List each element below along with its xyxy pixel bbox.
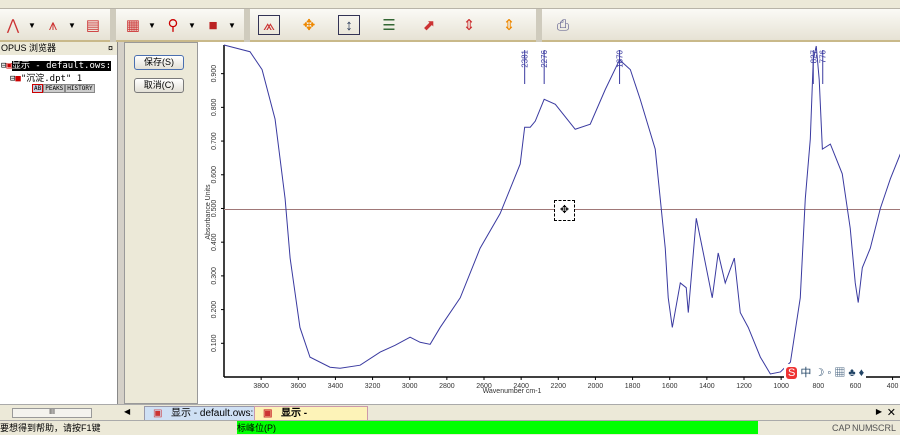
- ime-toolbar[interactable]: S 中 ☽ ◦ ▦ ♣ ♦: [784, 364, 867, 380]
- x-tick-label: 2800: [439, 383, 455, 390]
- toolbar-grip[interactable]: [110, 9, 116, 42]
- scale-y-icon[interactable]: ↕: [338, 15, 360, 35]
- x-tick-label: 600: [850, 383, 862, 390]
- weight-check-icon[interactable]: ■: [202, 15, 224, 35]
- tree-file[interactable]: ⊟■"沉淀.dpt" 1: [10, 71, 82, 84]
- chevron-down-icon[interactable]: ▼: [188, 21, 196, 30]
- x-tick-label: 3600: [290, 383, 306, 390]
- display-icon: ▣: [263, 408, 273, 419]
- x-tick-label: 1200: [736, 383, 752, 390]
- tab-display-1[interactable]: ▣ 显示 - default.ows:1: [144, 406, 272, 421]
- spectrum-icon[interactable]: ⋀: [2, 15, 24, 35]
- y-tick-label: 0.600: [211, 166, 218, 184]
- num-indicator: NUM: [852, 423, 873, 433]
- cap-indicator: CAP: [832, 423, 851, 433]
- status-bar: 要想得到帮助，请按F1键 标峰位(P) CAP NUM SCRL: [0, 420, 900, 435]
- x-axis-label: Wavenumber cm-1: [483, 388, 542, 395]
- x-tick-label: 3200: [365, 383, 381, 390]
- x-tick-label: 1400: [699, 383, 715, 390]
- chevron-down-icon[interactable]: ▼: [28, 21, 36, 30]
- tree-root[interactable]: ⊟▣显示 - default.ows:: [1, 58, 112, 71]
- tree-root-label[interactable]: 显示 - default.ows:: [11, 61, 112, 71]
- move-cursor-icon: ✥: [554, 200, 575, 221]
- peak-label: 2381: [521, 49, 530, 67]
- toolbar-grip[interactable]: [536, 9, 542, 42]
- peak-label: 776: [819, 49, 828, 63]
- help-text: 要想得到帮助，请按F1键: [0, 423, 101, 433]
- sogou-icon: S: [786, 367, 798, 379]
- x-tick-label: 2200: [550, 383, 566, 390]
- pin-icon[interactable]: ¤: [108, 42, 113, 55]
- tab-scroll-left[interactable]: ◀: [124, 407, 130, 416]
- toolbar: ⋀ ▼ ⩚ ▼ ▤ ▦ ▼ ⚲ ▼ ■ ▼ ⩕ ✥ ↕ ☰ ⬈ ⇕ ⇕ ⎙: [0, 9, 900, 42]
- tab-scroll-right[interactable]: ▶: [876, 407, 882, 416]
- move-spectrum-icon[interactable]: ✥: [298, 15, 320, 35]
- document-tabs: ◀ ▣ 显示 - default.ows:1 ▣显示 - default.ows:…: [118, 404, 900, 433]
- peak-label: 2276: [540, 49, 549, 67]
- mode-indicator: 标峰位(P): [237, 421, 758, 434]
- y-tick-label: 0.900: [211, 65, 218, 83]
- block-peaks[interactable]: PEAKS: [43, 84, 66, 93]
- x-tick-label: 1600: [662, 383, 678, 390]
- horizontal-scrollbar[interactable]: III: [0, 404, 118, 420]
- compress-peaks-icon[interactable]: ⇕: [498, 15, 520, 35]
- save-button[interactable]: 保存(S): [134, 55, 184, 70]
- tree-file-label[interactable]: "沉淀.dpt" 1: [21, 74, 82, 84]
- data-blocks: AB PEAKS HISTORY: [32, 84, 95, 93]
- peak-label: 1870: [616, 49, 625, 67]
- y-tick-label: 0.700: [211, 132, 218, 150]
- x-tick-label: 1000: [773, 383, 789, 390]
- x-tick-label: 1800: [625, 383, 641, 390]
- y-tick-label: 0.800: [211, 98, 218, 116]
- spectrum-plot[interactable]: 0.100 0.200 0.300 0.400 0.500 0.600 0.700 0.800…: [198, 42, 900, 404]
- x-tick-label: 3000: [402, 383, 418, 390]
- button-panel: 保存(S) 取消(C): [124, 42, 198, 404]
- y-tick-label: 0.400: [211, 233, 218, 251]
- cancel-button[interactable]: 取消(C): [134, 78, 184, 93]
- magnifier-icon[interactable]: ⚲: [162, 15, 184, 35]
- tab-label: 显示 - default.ows:1: [171, 408, 259, 419]
- y-axis-label: Absorbance Units: [205, 184, 212, 240]
- print-icon[interactable]: ⎙: [552, 15, 574, 35]
- x-tick-label: 800: [812, 383, 824, 390]
- toolbar-row-top: [0, 0, 900, 9]
- chevron-down-icon[interactable]: ▼: [228, 21, 236, 30]
- peak-label: 827: [809, 49, 818, 63]
- window-spectrum-icon[interactable]: ⩕: [258, 15, 280, 35]
- display-icon: ▣: [153, 408, 163, 419]
- y-tick-label: 0.300: [211, 267, 218, 285]
- y-tick-label: 0.200: [211, 301, 218, 319]
- browser-title: OPUS 浏览器: [1, 43, 57, 53]
- toolbar-grip[interactable]: [244, 9, 250, 42]
- scrl-indicator: SCRL: [872, 423, 897, 433]
- x-tick-label: 3400: [328, 383, 344, 390]
- expand-peaks-icon[interactable]: ⇕: [458, 15, 480, 35]
- opus-browser: OPUS 浏览器 ¤ ⊟▣显示 - default.ows: ⊟■"沉淀.dpt"…: [0, 42, 118, 420]
- tab-display-2[interactable]: ▣显示 - default.ows:2: [254, 406, 368, 433]
- overlay-icon[interactable]: ☰: [378, 15, 400, 35]
- x-tick-label: 2000: [588, 383, 604, 390]
- peaks-icon[interactable]: ⩚: [42, 15, 64, 35]
- x-tick-label: 3800: [253, 383, 269, 390]
- x-tick-label: 400: [887, 383, 899, 390]
- display-lock-icon[interactable]: ▤: [82, 15, 104, 35]
- display-check-icon[interactable]: ▦: [122, 15, 144, 35]
- chevron-down-icon[interactable]: ▼: [148, 21, 156, 30]
- ime-mode[interactable]: 中: [800, 367, 811, 379]
- chevron-down-icon[interactable]: ▼: [68, 21, 76, 30]
- y-tick-label: 0.500: [211, 200, 218, 218]
- block-ab[interactable]: AB: [32, 84, 44, 93]
- zoom-region-icon[interactable]: ⬈: [418, 15, 440, 35]
- spectrum-chart[interactable]: 0.100 0.200 0.300 0.400 0.500 0.600 0.700 0.800…: [198, 42, 900, 404]
- y-tick-label: 0.100: [211, 334, 218, 352]
- close-icon[interactable]: ✕: [887, 406, 896, 419]
- block-history[interactable]: HISTORY: [65, 84, 95, 93]
